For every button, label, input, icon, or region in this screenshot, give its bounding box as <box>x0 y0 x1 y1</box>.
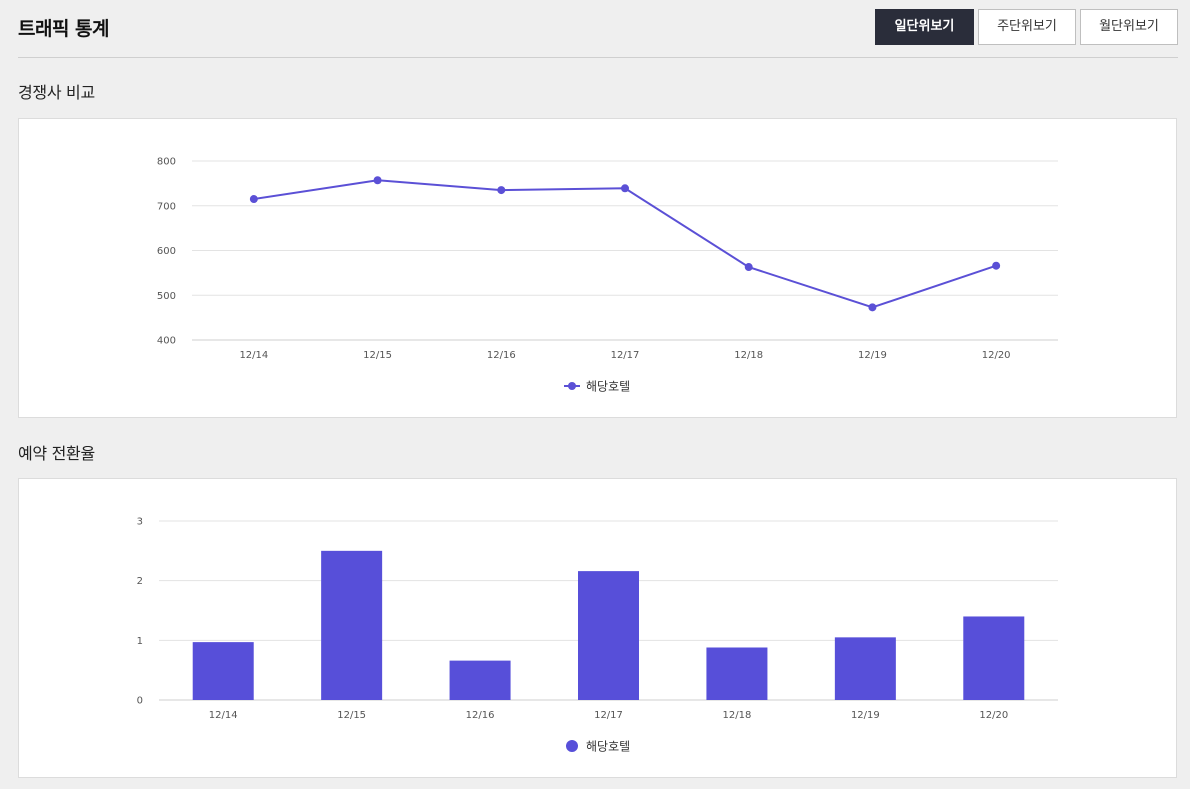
line-y-tick-label: 600 <box>157 246 176 257</box>
bar-data-bar[interactable] <box>449 660 511 700</box>
bar-y-tick-label: 3 <box>137 517 143 528</box>
bar-x-tick-label: 12/18 <box>723 710 752 721</box>
line-y-tick-label: 700 <box>157 201 176 212</box>
line-x-tick-label: 12/16 <box>487 350 516 361</box>
page-header: 트래픽 통계 일단위보기 주단위보기 월단위보기 <box>18 0 1178 58</box>
line-x-tick-label: 12/17 <box>611 350 640 361</box>
line-data-point[interactable] <box>249 195 258 204</box>
bar-x-tick-label: 12/16 <box>466 710 495 721</box>
line-y-tick-label: 400 <box>157 336 176 347</box>
line-x-tick-label: 12/20 <box>982 350 1011 361</box>
line-x-tick-label: 12/14 <box>239 350 268 361</box>
line-series-path <box>253 179 997 309</box>
line-data-point[interactable] <box>373 176 382 185</box>
bar-y-tick-label: 1 <box>137 636 143 647</box>
line-x-tick-label: 12/19 <box>858 350 887 361</box>
bar-y-tick-label: 2 <box>137 576 143 587</box>
line-data-point[interactable] <box>744 263 753 272</box>
view-mode-buttons: 일단위보기 주단위보기 월단위보기 <box>875 9 1178 45</box>
bar-legend-dot <box>566 740 578 752</box>
conversion-bar-chart: 0 1 2 3 12/14 12/15 12/16 12/17 12/18 12/19 12/20 해… <box>137 517 1058 754</box>
line-data-point[interactable] <box>621 184 629 193</box>
bar-data-bar[interactable] <box>192 642 254 700</box>
conversion-chart-card: 0 1 2 3 12/14 12/15 12/16 12/17 12/18 12/19 12/20 해… <box>18 478 1177 778</box>
line-legend-label[interactable]: 해당호텔 <box>586 380 630 394</box>
competitor-chart-card: 400 500 600 700 800 12/14 12/15 12/16 12/17 12/18… <box>18 118 1177 418</box>
bar-x-tick-label: 12/14 <box>209 710 238 721</box>
competitor-section-title: 경쟁사 비교 <box>18 83 95 102</box>
bar-y-tick-label: 0 <box>137 696 143 707</box>
line-x-tick-label: 12/18 <box>734 350 763 361</box>
bar-x-tick-label: 12/15 <box>337 710 366 721</box>
page-title: 트래픽 통계 <box>18 18 110 40</box>
weekly-view-button[interactable]: 주단위보기 <box>978 9 1076 45</box>
line-y-tick-label: 800 <box>157 157 176 168</box>
line-data-point[interactable] <box>868 303 877 312</box>
bar-x-tick-label: 12/19 <box>851 710 880 721</box>
monthly-view-button[interactable]: 월단위보기 <box>1080 9 1178 45</box>
line-legend-dot <box>568 382 576 390</box>
line-data-point[interactable] <box>497 186 506 195</box>
bar-legend-label[interactable]: 해당호텔 <box>586 740 630 754</box>
bar-data-bar[interactable] <box>834 637 896 700</box>
bar-x-tick-label: 12/17 <box>594 710 623 721</box>
line-data-point[interactable] <box>992 261 1001 270</box>
bar-data-bar[interactable] <box>706 647 768 700</box>
daily-view-button[interactable]: 일단위보기 <box>875 9 974 45</box>
competitor-line-chart: 400 500 600 700 800 12/14 12/15 12/16 12/17 12/18… <box>157 157 1058 394</box>
bar-data-bar[interactable] <box>963 616 1025 700</box>
line-y-tick-label: 500 <box>157 291 176 302</box>
bar-data-bar[interactable] <box>578 571 639 700</box>
bar-x-tick-label: 12/20 <box>979 710 1008 721</box>
bar-data-bar[interactable] <box>321 550 383 700</box>
line-x-tick-label: 12/15 <box>363 350 392 361</box>
conversion-section-title: 예약 전환율 <box>18 444 95 463</box>
